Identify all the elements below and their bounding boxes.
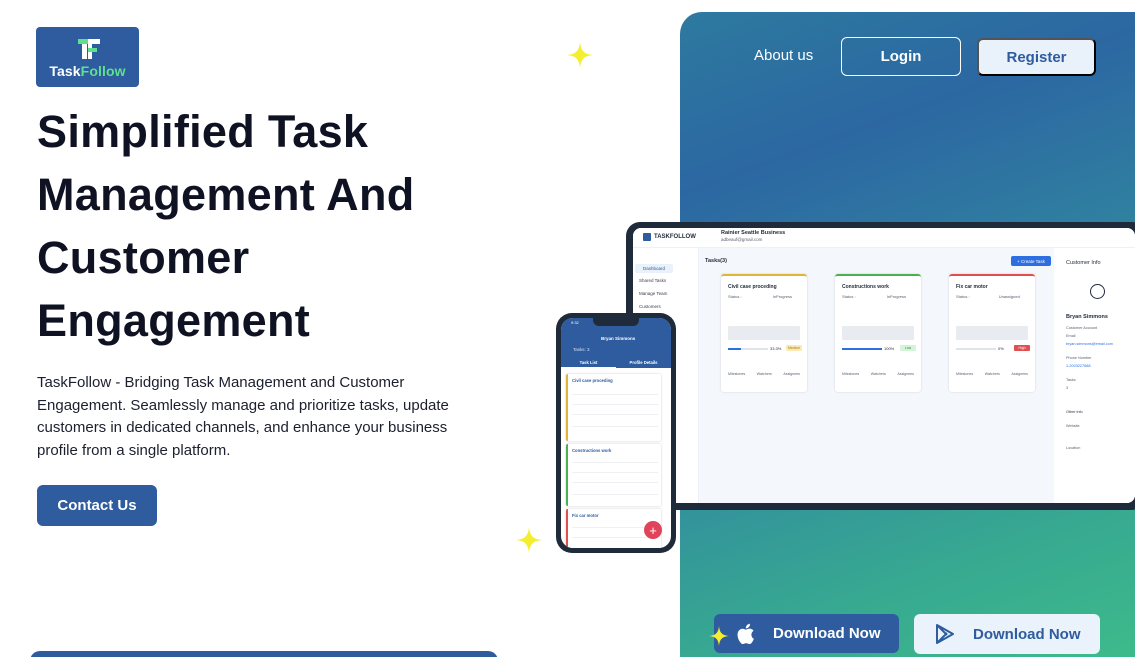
taskfollow-logo[interactable]: TaskFollow: [36, 27, 139, 87]
phone-add-fab-icon: +: [644, 521, 662, 539]
task-progress-pct: 100%: [884, 346, 895, 351]
customer-avatar-icon: [1090, 284, 1105, 299]
priority-tag: Low: [900, 345, 916, 351]
task-card-status: Status : InProgress: [728, 294, 793, 299]
phone-task-card-title: Fix car motor: [572, 513, 599, 518]
hero-title-line1: Simplified Task: [37, 106, 369, 157]
download-play-store-label: Download Now: [973, 625, 1081, 643]
phone-header: 9:32 Bryan Simmons Tasks: 3 Task List Pr…: [561, 318, 671, 368]
logo-wordmark: TaskFollow: [49, 62, 126, 79]
task-card: Constructions work Status : InProgress 1…: [835, 274, 921, 392]
task-progress-bar: [842, 348, 882, 350]
hero-description: TaskFollow - Bridging Task Management an…: [37, 374, 449, 459]
download-app-store-label: Download Now: [773, 625, 881, 642]
customer-email-label: Email: [1066, 334, 1076, 338]
customer-phone: 1-2003227688: [1066, 364, 1091, 368]
location-label: Location: [1066, 446, 1081, 450]
phone-time: 9:32: [571, 320, 579, 325]
task-progress-bar: [728, 348, 768, 350]
sparkle-icon: [516, 527, 542, 553]
task-card-dates: [728, 326, 800, 340]
task-card-title: Fix car motor: [956, 284, 988, 290]
priority-tag: High: [1014, 345, 1030, 351]
sparkle-icon: [709, 626, 729, 646]
tab-profile-details: Profile Details: [629, 360, 658, 365]
customer-info-panel: Customer Info Bryan Simmons Customer Acc…: [1054, 248, 1135, 503]
customer-email: bryan.simmons@email.com: [1066, 342, 1113, 346]
hero-title: Simplified Task Management And Customer …: [37, 100, 557, 352]
app-topbar: TASKFOLLOW Rainier Seattle Business adbe…: [633, 228, 1135, 248]
task-card-description: [956, 304, 1028, 322]
login-button[interactable]: Login: [841, 37, 961, 76]
phone-notch: [593, 318, 639, 326]
bottom-section-bar: [30, 651, 498, 657]
task-progress-pct: 0%: [998, 346, 1004, 351]
task-card-dates: [842, 326, 914, 340]
task-card-description: [728, 304, 800, 322]
customer-info-title: Customer Info: [1066, 260, 1101, 266]
customer-account-label: Customer Account: [1066, 326, 1098, 330]
business-name: Rainier Seattle Business: [721, 230, 786, 236]
play-store-icon: [934, 623, 956, 645]
phone-task-card-title: Constructions work: [572, 448, 612, 453]
task-card-status: Status : InProgress: [842, 294, 907, 299]
app-main: Tasks(3) + Create Task Civil case proced…: [699, 248, 1054, 503]
sidebar-item-manage-team: Manage Team: [639, 291, 668, 296]
apple-icon: [734, 623, 756, 645]
task-card: Fix car motor Status : Unassigned 0% Hig…: [949, 274, 1035, 392]
app-logo: TASKFOLLOW: [643, 233, 696, 241]
phone-screen: 9:32 Bryan Simmons Tasks: 3 Task List Pr…: [561, 318, 671, 548]
customer-tasks-count: 3: [1066, 386, 1069, 390]
contact-us-button[interactable]: Contact Us: [37, 485, 157, 526]
laptop-screen: TASKFOLLOW Rainier Seattle Business adbe…: [633, 228, 1135, 503]
register-button[interactable]: Register: [977, 38, 1096, 76]
tasks-title: Tasks(3): [705, 258, 727, 264]
download-play-store-button[interactable]: Download Now: [914, 614, 1100, 654]
phone-customer-name: Bryan Simmons: [601, 336, 636, 341]
app-logo-icon: [643, 233, 651, 241]
sidebar-item-dashboard: Dashboard: [635, 264, 674, 273]
other-info-label: Other info: [1066, 410, 1083, 414]
phone-task-card-title: Civil case proceding: [572, 378, 613, 383]
priority-tag: Medium: [786, 345, 802, 351]
nav-about-us-link[interactable]: About us: [754, 47, 813, 64]
sidebar-item-shared-tasks: Shared Tasks: [639, 278, 667, 283]
sidebar-item-customers: Customers: [639, 304, 661, 309]
phone-tasks-count: Tasks: 3: [573, 347, 590, 352]
create-task-button: + Create Task: [1011, 256, 1051, 266]
hero-title-line4: Engagement: [37, 295, 311, 346]
hero-title-line3: Customer: [37, 232, 250, 283]
task-progress-pct: 33.3%: [770, 346, 782, 351]
task-card-status: Status : Unassigned: [956, 294, 1020, 299]
task-card-title: Constructions work: [842, 284, 889, 290]
phone-task-card: Civil case proceding: [566, 374, 661, 441]
website-label: Website: [1066, 424, 1080, 428]
task-card-description: [842, 304, 914, 322]
task-card-dates: [956, 326, 1028, 340]
task-card-title: Civil case proceding: [728, 284, 777, 290]
customer-name: Bryan Simmons: [1066, 314, 1108, 320]
task-card-footer: Milestones Watchers Assignees: [728, 372, 800, 376]
download-app-store-button[interactable]: Download Now: [714, 614, 899, 653]
customer-phone-label: Phone Number: [1066, 356, 1092, 360]
phone-task-card: Constructions work: [566, 444, 661, 506]
tab-task-list: Task List: [561, 358, 616, 368]
task-card-footer: Milestones Watchers Assignees: [956, 372, 1028, 376]
sparkle-icon: [567, 42, 593, 68]
business-email: adbeauf@gmail.com: [721, 237, 763, 242]
customer-tasks-label: Tasks: [1066, 378, 1076, 382]
tf-logo-icon: [75, 36, 101, 62]
task-progress-bar: [956, 348, 996, 350]
task-card-footer: Milestones Watchers Assignees: [842, 372, 914, 376]
phone-tabs: Task List Profile Details: [561, 358, 671, 368]
task-card: Civil case proceding Status : InProgress…: [721, 274, 807, 392]
hero-title-line2: Management And: [37, 169, 415, 220]
